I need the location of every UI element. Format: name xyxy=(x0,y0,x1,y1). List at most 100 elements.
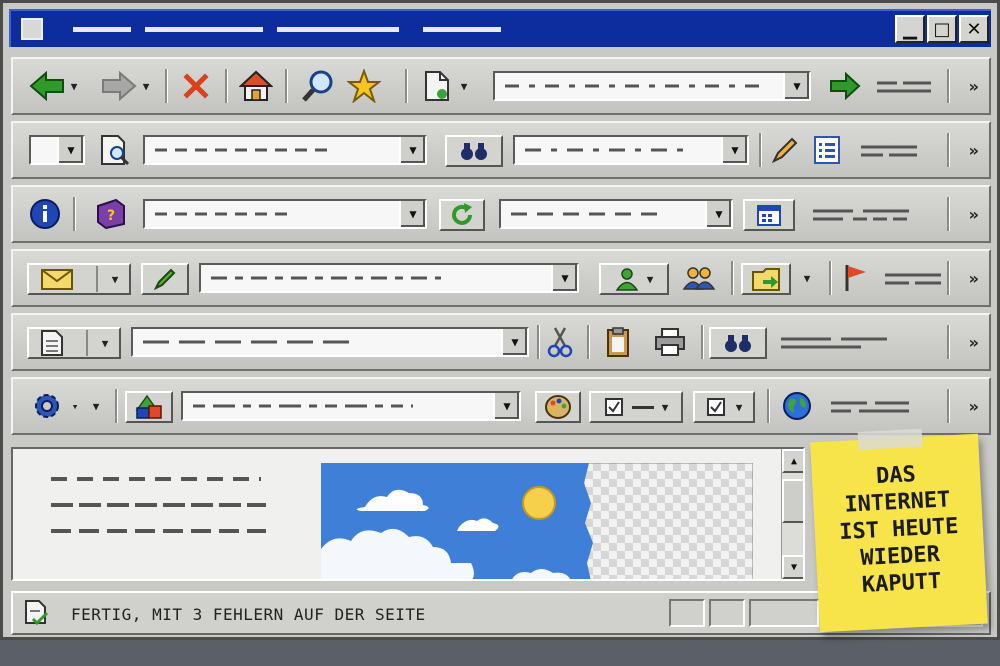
edit-button[interactable] xyxy=(141,263,189,295)
chevron-down-icon[interactable]: ▼ xyxy=(721,137,747,163)
user-icon xyxy=(615,268,639,291)
label-placeholder xyxy=(831,401,909,413)
title-placeholder xyxy=(145,27,263,32)
forward-arrow-icon[interactable] xyxy=(99,59,139,113)
chevron-down-icon[interactable]: ▼ xyxy=(783,73,809,99)
checkbox-icon xyxy=(604,398,623,416)
scissors-icon[interactable] xyxy=(541,315,579,369)
scroll-down-icon[interactable]: ▼ xyxy=(782,555,803,579)
home-icon[interactable] xyxy=(235,59,277,113)
chevron-down-icon[interactable]: ▼ xyxy=(102,337,109,350)
page-content: ▲ ▼ xyxy=(11,447,805,581)
gear-icon[interactable] xyxy=(27,379,67,433)
back-arrow-icon[interactable] xyxy=(27,59,67,113)
list-icon[interactable] xyxy=(809,123,845,177)
title-bar[interactable]: ▁ □ ✕ xyxy=(9,9,991,47)
printer-icon[interactable] xyxy=(649,315,691,369)
page-search-icon[interactable] xyxy=(95,123,135,177)
mail-toolbar: ▼ ▼ ▼ ▼ » xyxy=(11,249,991,307)
globe-icon[interactable] xyxy=(777,379,817,433)
info-icon[interactable] xyxy=(25,187,65,241)
address-bar-input[interactable]: ▼ xyxy=(493,71,811,101)
help-book-icon[interactable]: ? xyxy=(89,187,133,241)
toolbar-overflow-button[interactable]: » xyxy=(969,397,979,416)
scroll-thumb[interactable] xyxy=(782,479,803,523)
checkbox-select[interactable]: ▼ xyxy=(693,391,755,423)
info-toolbar: ? ▼ ▼ » xyxy=(11,185,991,243)
sticky-note: DAS INTERNET IST HEUTE WIEDER KAPUTT xyxy=(810,428,988,633)
recipient-select[interactable]: ▼ xyxy=(199,263,579,293)
shapes-button[interactable] xyxy=(125,391,173,423)
status-cell xyxy=(709,599,745,627)
tools-toolbar: ▾ ▼ ▼ ▼ ▼ » xyxy=(11,377,991,435)
document-button[interactable]: ▼ xyxy=(27,327,121,359)
maximize-button[interactable]: □ xyxy=(927,15,957,43)
status-cell xyxy=(749,599,819,627)
binoculars-icon xyxy=(725,335,751,352)
toolbar-overflow-button[interactable]: » xyxy=(969,269,979,288)
view-select[interactable]: ▼ xyxy=(29,135,85,165)
close-button[interactable]: ✕ xyxy=(959,15,989,43)
export-dropdown-icon[interactable]: ▼ xyxy=(799,251,815,305)
refresh-icon xyxy=(452,203,472,225)
favorites-star-icon[interactable] xyxy=(343,59,385,113)
status-text: FERTIG, MIT 3 FEHLERN AUF DER SEITE xyxy=(71,605,426,624)
user-button[interactable]: ▼ xyxy=(599,263,669,295)
toolbar-overflow-button[interactable]: » xyxy=(969,141,979,160)
topic-select[interactable]: ▼ xyxy=(143,199,427,229)
toolbar-overflow-button[interactable]: » xyxy=(969,77,979,96)
chevron-down-icon[interactable]: ▼ xyxy=(551,265,577,291)
shapes-icon xyxy=(135,394,162,419)
calendar-button[interactable] xyxy=(743,199,795,231)
document-icon xyxy=(40,330,63,356)
title-placeholder xyxy=(277,27,399,32)
chevron-down-icon[interactable]: ▼ xyxy=(501,329,527,355)
date-select[interactable]: ▼ xyxy=(499,199,733,229)
checkbox-select[interactable]: ▼ xyxy=(589,391,683,423)
find-button[interactable] xyxy=(709,327,767,359)
export-button[interactable] xyxy=(741,263,791,295)
tool-select[interactable]: ▼ xyxy=(181,391,521,421)
toolbar-overflow-button[interactable]: » xyxy=(969,205,979,224)
find-button[interactable] xyxy=(445,135,503,167)
chevron-down-icon[interactable]: ▼ xyxy=(112,273,119,286)
scroll-up-icon[interactable]: ▲ xyxy=(782,449,803,473)
pencil-icon[interactable] xyxy=(767,123,803,177)
chevron-down-icon[interactable]: ▼ xyxy=(493,393,519,419)
new-page-dropdown-icon[interactable]: ▼ xyxy=(457,59,471,113)
new-page-icon[interactable] xyxy=(419,59,455,113)
mail-button[interactable]: ▼ xyxy=(27,263,131,295)
forward-dropdown-icon[interactable]: ▼ xyxy=(139,59,153,113)
palette-button[interactable] xyxy=(535,391,581,423)
status-page-icon xyxy=(23,599,51,631)
chevron-down-icon[interactable]: ▼ xyxy=(705,201,731,227)
search-scope-select[interactable]: ▼ xyxy=(513,135,749,165)
gear-dropdown-icon[interactable]: ▾ xyxy=(69,379,81,433)
vertical-scrollbar[interactable]: ▲ ▼ xyxy=(781,449,803,579)
back-dropdown-icon[interactable]: ▼ xyxy=(67,59,81,113)
document-select[interactable]: ▼ xyxy=(131,327,529,357)
folder-export-icon xyxy=(752,268,780,291)
window-icon xyxy=(21,18,43,40)
label-placeholder xyxy=(813,209,909,221)
search-icon[interactable] xyxy=(297,59,339,113)
flag-icon[interactable] xyxy=(837,251,873,305)
go-arrow-icon[interactable] xyxy=(825,59,865,113)
minimize-button[interactable]: ▁ xyxy=(895,15,925,43)
chevron-down-icon[interactable]: ▼ xyxy=(399,201,425,227)
refresh-button[interactable] xyxy=(439,199,485,231)
search-select[interactable]: ▼ xyxy=(143,135,427,165)
title-placeholder xyxy=(73,27,131,32)
users-icon[interactable] xyxy=(677,251,721,305)
label-placeholder xyxy=(885,273,941,285)
stop-icon[interactable] xyxy=(177,59,215,113)
clipboard-icon[interactable] xyxy=(599,315,637,369)
go-label-placeholder xyxy=(877,81,931,93)
chevron-down-icon[interactable]: ▼ xyxy=(57,137,83,163)
tape xyxy=(857,428,923,451)
status-cell xyxy=(669,599,705,627)
svg-text:?: ? xyxy=(107,208,115,224)
chevron-down-icon[interactable]: ▼ xyxy=(399,137,425,163)
toolbar-overflow-button[interactable]: » xyxy=(969,333,979,352)
chevron-down-icon[interactable]: ▼ xyxy=(89,379,103,433)
